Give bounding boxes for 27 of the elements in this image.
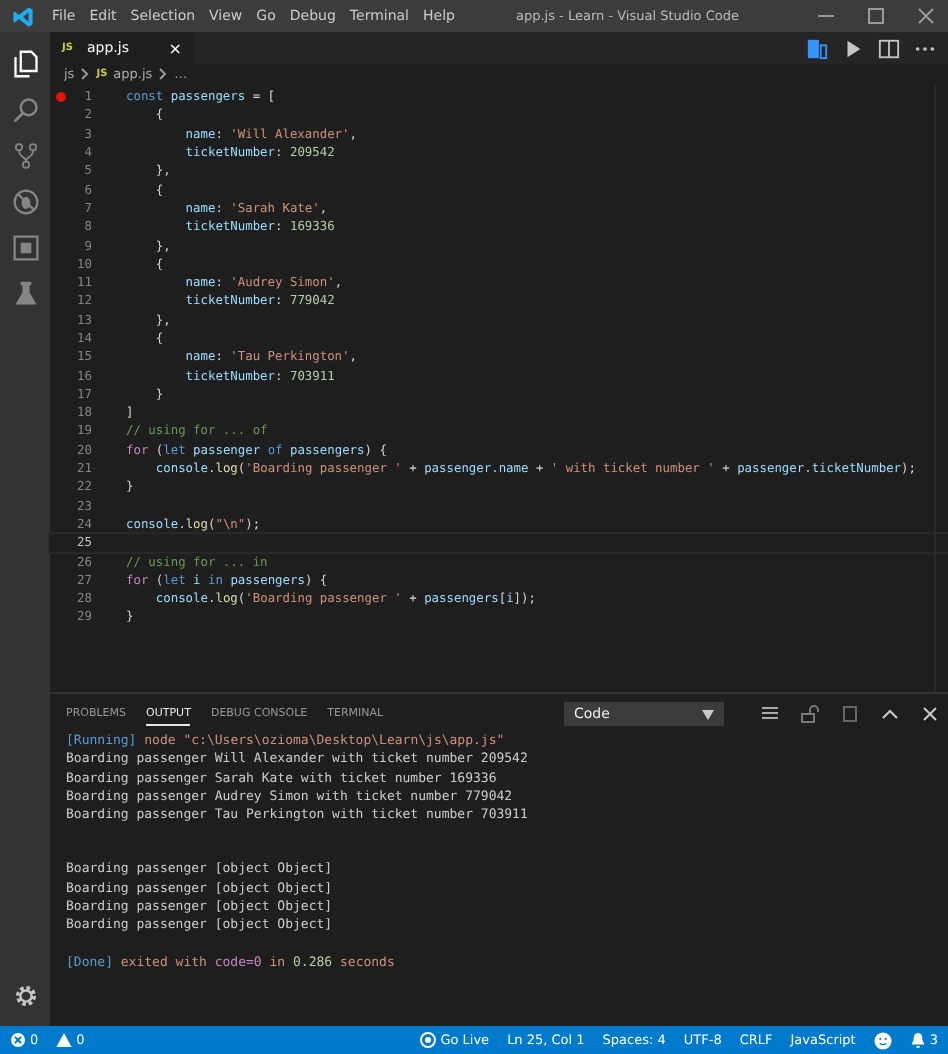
vscode-logo-icon bbox=[12, 5, 34, 27]
maximize-panel-icon[interactable] bbox=[880, 704, 900, 724]
chevron-icon bbox=[158, 68, 169, 80]
run-icon[interactable] bbox=[842, 37, 864, 59]
smiley-icon[interactable] bbox=[873, 1031, 892, 1049]
files-icon[interactable] bbox=[11, 49, 39, 77]
warning-icon bbox=[56, 1032, 73, 1048]
close-panel-icon[interactable] bbox=[920, 704, 940, 724]
open-preview-icon[interactable] bbox=[806, 37, 828, 59]
branch-icon[interactable] bbox=[11, 141, 39, 169]
breakpoint-dot[interactable] bbox=[55, 92, 65, 103]
close-icon[interactable] bbox=[916, 6, 936, 26]
settings-icon[interactable] bbox=[11, 982, 39, 1010]
open-log-icon[interactable] bbox=[840, 704, 860, 724]
flask-icon[interactable] bbox=[11, 279, 39, 307]
clear-output-icon[interactable] bbox=[760, 704, 780, 724]
error-icon bbox=[10, 1032, 26, 1048]
broadcast-icon bbox=[420, 1032, 437, 1048]
maximize-icon[interactable] bbox=[866, 6, 886, 26]
search-icon[interactable] bbox=[11, 95, 39, 123]
split-editor-icon[interactable] bbox=[878, 37, 900, 59]
extensions-icon[interactable] bbox=[11, 233, 39, 261]
no-bug-icon[interactable] bbox=[11, 187, 39, 215]
lock-icon[interactable] bbox=[800, 704, 820, 724]
dropdown-caret-icon bbox=[702, 709, 714, 719]
bell-icon bbox=[909, 1032, 926, 1048]
chevron-icon bbox=[80, 68, 91, 80]
